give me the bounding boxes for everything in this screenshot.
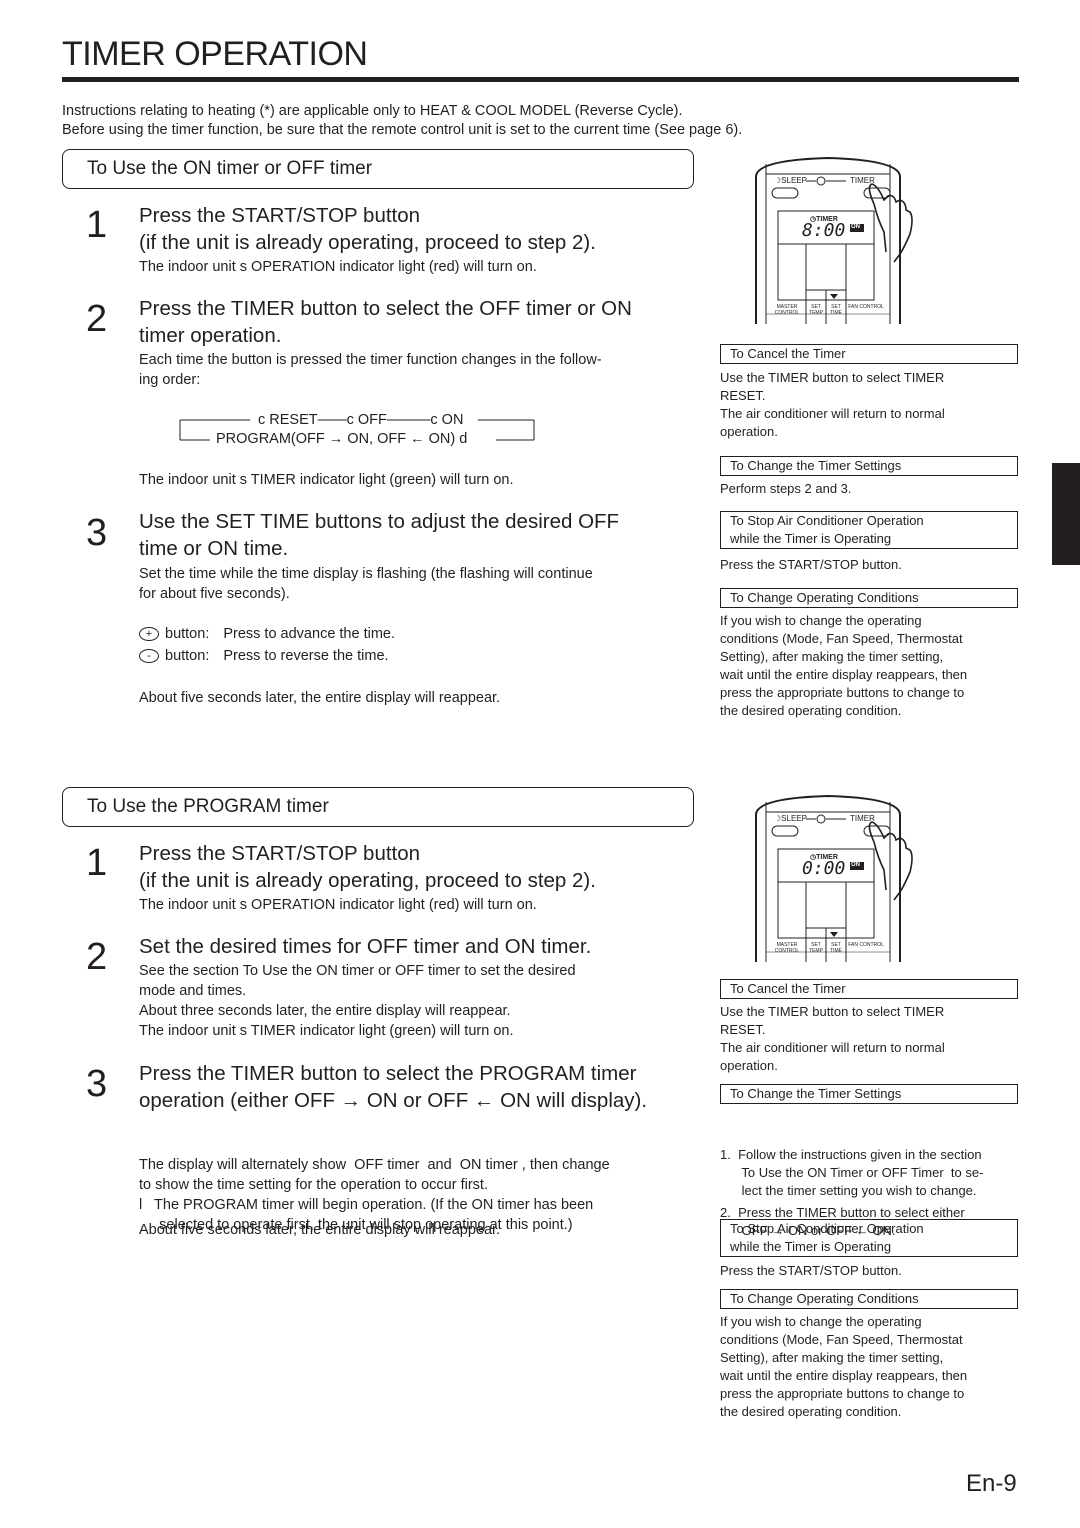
step-body: Each time the button is pressed the time…	[139, 350, 664, 390]
timer-button-label: TIMER	[850, 814, 875, 823]
note-text: Use the TIMER button to select TIMER RESE…	[720, 370, 945, 439]
step-heading-line: time or ON time.	[139, 537, 289, 560]
note-title-stop-operation: To Stop Air Conditioner Operation while t…	[720, 511, 1018, 549]
note-text: If you wish to change the operating condi…	[720, 613, 968, 718]
section-heading-program-timer: To Use the PROGRAM timer	[62, 787, 694, 827]
step-heading: Press the START/STOP button (if the unit…	[139, 840, 699, 894]
step-heading: Press the TIMER button to select the OFF…	[139, 295, 699, 349]
set-temp-label: SET TEMP	[809, 304, 823, 316]
step-heading: Press the START/STOP button (if the unit…	[139, 202, 699, 256]
note-title-change-settings: To Change the Timer Settings	[720, 1084, 1018, 1104]
step-body-line: for about five seconds).	[139, 586, 290, 602]
side-index-tab	[1052, 463, 1080, 565]
cycle-bottom-row: PROGRAM(OFF → ON, OFF ← ON) d	[216, 431, 468, 447]
plus-circle-icon: +	[139, 627, 159, 642]
step-heading-line: Use the SET TIME buttons to adjust the d…	[139, 510, 620, 533]
note-text: If you wish to change the operating condi…	[720, 1314, 968, 1419]
step-body-line: Set the time while the time display is f…	[139, 566, 593, 582]
step-heading-line: operation (either OFF → ON or OFF ← ON w…	[139, 1089, 648, 1112]
step-heading-line: Press the START/STOP button	[139, 842, 421, 865]
step-number: 3	[86, 512, 108, 554]
intro-line: Instructions relating to heating (*) are…	[62, 103, 683, 119]
minus-button-row: - button: Press to reverse the time.	[139, 646, 664, 666]
step-body: See the section To Use the ON timer or O…	[139, 963, 576, 1039]
step-heading-line: Press the TIMER button to select the PRO…	[139, 1062, 637, 1085]
step-heading-line: timer operation.	[139, 324, 282, 347]
display-time: 8:00	[802, 220, 846, 241]
timer-cycle-diagram: c RESET——c OFF———c ON PROGRAM(OFF → ON, …	[178, 412, 538, 448]
step-number: 2	[86, 936, 108, 978]
section-heading-text: To Use the ON timer or OFF timer	[87, 158, 373, 179]
set-temp-label: SET TEMP	[809, 942, 823, 954]
note-title-cancel-timer: To Cancel the Timer	[720, 344, 1018, 364]
note-title-operating-conditions: To Change Operating Conditions	[720, 1289, 1018, 1309]
step-body: The indoor unit s TIMER indicator light …	[139, 472, 514, 488]
button-label: button:	[165, 648, 210, 664]
button-description: Press to reverse the time.	[223, 648, 389, 664]
timer-button-label: TIMER	[850, 176, 875, 185]
remote-control-illustration: ☽SLEEP TIMER ◷TIMER 8:00 ON MASTER CONTR…	[754, 156, 913, 326]
button-label: button:	[165, 626, 210, 642]
page-title: TIMER OPERATION	[62, 35, 368, 73]
button-description: Press to advance the time.	[223, 626, 396, 642]
note-title-change-settings: To Change the Timer Settings	[720, 456, 1018, 476]
note-text: Use the TIMER button to select TIMER RESE…	[720, 1004, 945, 1073]
section-heading-text: To Use the PROGRAM timer	[87, 796, 329, 817]
remote-control-illustration: ☽SLEEP TIMER ◷TIMER 0:00 ON MASTER CONTR…	[754, 794, 913, 964]
display-time: 0:00	[802, 858, 846, 879]
section-heading-on-off-timer: To Use the ON timer or OFF timer	[62, 149, 694, 189]
step-heading: Set the desired times for OFF timer and …	[139, 935, 592, 958]
step-number: 3	[86, 1063, 108, 1105]
display-on-badge: ON	[851, 224, 860, 230]
sleep-button-label: ☽SLEEP	[774, 176, 807, 185]
step-body: Set the time while the time display is f…	[139, 564, 664, 604]
sleep-button-label: ☽SLEEP	[774, 814, 807, 823]
note-title-cancel-timer: To Cancel the Timer	[720, 979, 1018, 999]
step-body: The indoor unit s OPERATION indicator li…	[139, 259, 537, 275]
step-number: 2	[86, 298, 108, 340]
note-text: Perform steps 2 and 3.	[720, 481, 852, 496]
step-body: The indoor unit s OPERATION indicator li…	[139, 897, 537, 913]
step-number: 1	[86, 204, 108, 246]
note-title-operating-conditions: To Change Operating Conditions	[720, 588, 1018, 608]
set-time-label: SET TIME	[830, 304, 842, 316]
step-body: About five seconds later, the entire dis…	[139, 1222, 501, 1238]
display-on-badge: ON	[851, 862, 860, 868]
fan-control-label: FAN CONTROL	[848, 304, 884, 310]
step-heading: Press the TIMER button to select the PRO…	[139, 1060, 709, 1114]
intro-text: Instructions relating to heating (*) are…	[62, 102, 962, 140]
step-body: About five seconds later, the entire dis…	[139, 690, 501, 706]
note-text: Press the START/STOP button.	[720, 1263, 902, 1278]
step-heading-line: (if the unit is already operating, proce…	[139, 231, 596, 254]
note-title-stop-operation: To Stop Air Conditioner Operation while t…	[720, 1219, 1018, 1257]
fan-control-label: FAN CONTROL	[848, 942, 884, 948]
step-heading-line: Press the TIMER button to select the OFF…	[139, 297, 632, 320]
page-number: En-9	[966, 1470, 1017, 1497]
set-time-label: SET TIME	[830, 942, 842, 954]
step-number: 1	[86, 842, 108, 884]
step-heading-line: (if the unit is already operating, proce…	[139, 869, 596, 892]
set-time-button-list: + button: Press to advance the time. - butt…	[139, 624, 664, 666]
intro-line: Before using the timer function, be sure…	[62, 122, 743, 138]
master-control-label: MASTER CONTROL	[774, 304, 800, 316]
note-text: Press the START/STOP button.	[720, 557, 902, 572]
minus-circle-icon: -	[139, 649, 159, 664]
step-body-line: Each time the button is pressed the time…	[139, 352, 602, 368]
cycle-top-row: c RESET——c OFF———c ON	[258, 412, 464, 428]
master-control-label: MASTER CONTROL	[774, 942, 800, 954]
step-heading: Use the SET TIME buttons to adjust the d…	[139, 508, 699, 562]
step-body-line: ing order:	[139, 372, 201, 388]
title-rule	[62, 77, 1019, 82]
plus-button-row: + button: Press to advance the time.	[139, 624, 664, 644]
step-heading-line: Press the START/STOP button	[139, 204, 421, 227]
